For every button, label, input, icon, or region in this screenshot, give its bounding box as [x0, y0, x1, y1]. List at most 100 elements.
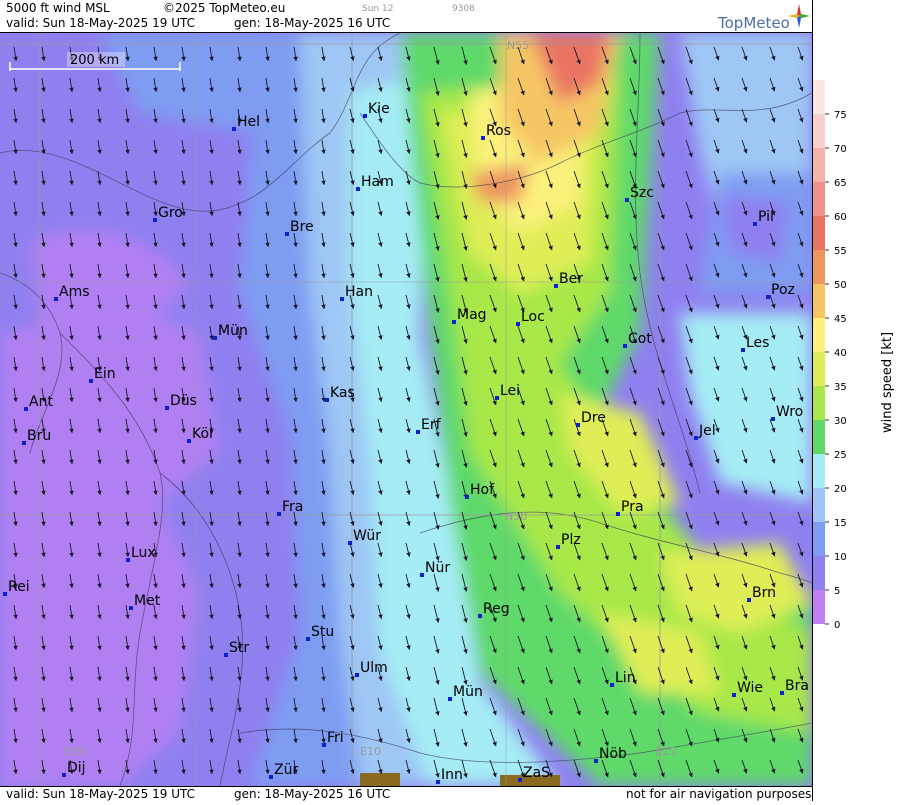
grid-label-e15: E15 [655, 745, 676, 758]
legend-tick-label: 5 [834, 586, 840, 597]
city-marker [355, 673, 359, 677]
city-marker [576, 423, 580, 427]
city-label: Dre [581, 410, 606, 426]
city-marker [224, 653, 228, 657]
city-marker [129, 606, 133, 610]
legend-color-band [813, 454, 825, 488]
city-label: Reg [483, 601, 510, 617]
city-label: Kie [368, 101, 390, 117]
city-label: Ein [94, 366, 116, 382]
city-marker [322, 743, 326, 747]
legend-tick-label: 60 [834, 212, 847, 223]
city-label: Gro [158, 205, 183, 221]
wind-speed-legend: 0 5 10 15 20 25 30 35 40 45 50 55 60 65 70 75 wind speed… [812, 0, 904, 801]
city-marker [153, 218, 157, 222]
city-label: Ant [29, 394, 53, 410]
city-marker [495, 396, 499, 400]
grid-label-n50: N50 [505, 510, 527, 523]
city-label: Erf [421, 417, 442, 433]
city-marker [306, 637, 310, 641]
city-marker [732, 693, 736, 697]
city-label: ZaS [523, 765, 550, 781]
legend-color-band [813, 488, 825, 522]
legend-tick-label: 10 [834, 552, 847, 563]
footer-valid-time: valid: Sun 18-May-2025 19 UTC [6, 787, 195, 801]
legend-color-band [813, 352, 825, 386]
copyright: ©2025 TopMeteo.eu [163, 1, 286, 15]
grid-label-e05: E05 [64, 745, 85, 758]
legend-tick-label: 30 [834, 416, 847, 427]
legend-tick-label: 55 [834, 246, 847, 257]
legend-tick-label: 15 [834, 518, 847, 529]
city-label: Rei [8, 579, 30, 595]
city-marker [516, 322, 520, 326]
terrain-patch [360, 773, 400, 786]
city-label: Wür [353, 528, 381, 544]
city-label: Brn [752, 585, 776, 601]
scale-label: 200 km [70, 53, 119, 68]
legend-color-band [813, 420, 825, 454]
city-label: Bre [290, 219, 314, 235]
city-label: Bra [785, 678, 809, 694]
city-label: Dij [67, 760, 86, 776]
city-marker [24, 407, 28, 411]
city-label: Loc [521, 309, 545, 325]
city-marker [448, 697, 452, 701]
city-marker [126, 558, 130, 562]
city-marker [340, 297, 344, 301]
city-marker [623, 344, 627, 348]
city-marker [269, 775, 273, 779]
legend-color-band [813, 386, 825, 420]
city-label: Zür [274, 762, 298, 778]
disclaimer: not for air navigation purposes [626, 787, 812, 801]
city-label: Fra [282, 499, 303, 515]
city-label: Düs [170, 393, 197, 409]
footer-bar: valid: Sun 18-May-2025 19 UTC gen: 18-Ma… [0, 786, 812, 802]
legend-tick-label: 40 [834, 348, 847, 359]
city-label: Nöb [599, 746, 627, 762]
city-label: Pil [758, 209, 774, 225]
legend-tick-label: 25 [834, 450, 847, 461]
city-marker [741, 348, 745, 352]
city-marker [771, 417, 775, 421]
city-label: Ulm [360, 660, 388, 676]
city-marker [594, 759, 598, 763]
city-marker [747, 598, 751, 602]
legend-color-band [813, 250, 825, 284]
city-label: Hof [470, 482, 495, 498]
city-marker [766, 295, 770, 299]
city-label: Köl [192, 426, 213, 442]
run-code: 9308 [452, 4, 475, 14]
valid-time: valid: Sun 18-May-2025 19 UTC [6, 16, 195, 30]
city-label: Stu [311, 624, 334, 640]
city-label: Mün [218, 323, 248, 339]
legend-title: wind speed [kt] [880, 332, 895, 433]
city-label: Les [746, 335, 769, 351]
city-label: Lei [500, 383, 520, 399]
city-label: Mün [453, 684, 483, 700]
legend-color-band [813, 522, 825, 556]
city-label: Fri [327, 730, 344, 746]
city-marker [22, 441, 26, 445]
legend-color-band [813, 148, 825, 182]
legend-color-band [813, 284, 825, 318]
city-marker [348, 541, 352, 545]
footer-gen-time: gen: 18-May-2025 16 UTC [234, 787, 391, 801]
city-marker [3, 592, 7, 596]
city-label: Inn [441, 767, 463, 783]
wind-map: N55 N50 E05 E10 E15 Kie Hel Ros Ham Gro Bre Sz… [0, 33, 812, 786]
legend-tick-label: 45 [834, 314, 847, 325]
topmeteo-logo: TopMeteo [718, 14, 790, 32]
city-marker [554, 284, 558, 288]
city-marker [285, 232, 289, 236]
grid-label-e10: E10 [360, 745, 381, 758]
city-label: Plz [561, 532, 581, 548]
city-marker [616, 512, 620, 516]
city-label: Bru [27, 428, 51, 444]
legend-color-band [813, 590, 825, 624]
city-label: Nür [425, 560, 450, 576]
city-label: Szc [630, 185, 654, 201]
legend-color-band [813, 80, 825, 114]
city-label: Wro [776, 404, 803, 420]
run-tag: Sun 12 [362, 4, 394, 14]
